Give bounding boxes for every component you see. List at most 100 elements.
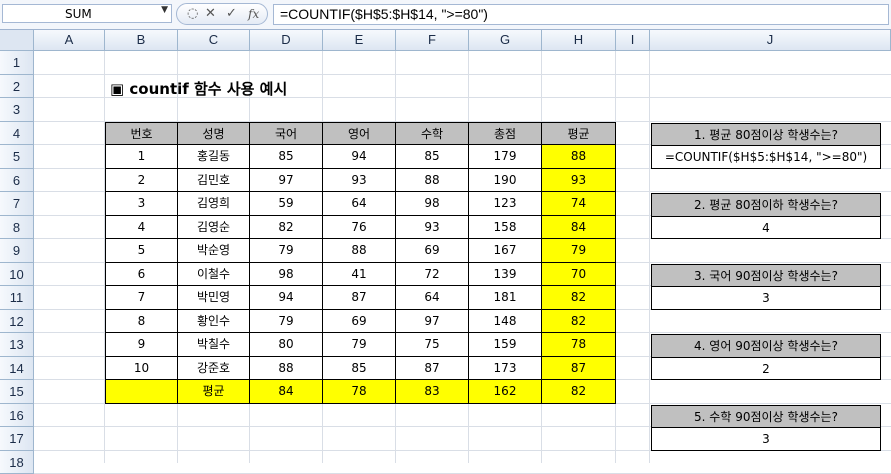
table-cell[interactable]: 88 — [250, 357, 323, 381]
question-answer-5[interactable]: 3 — [651, 427, 881, 451]
table-cell[interactable]: 78 — [542, 333, 616, 357]
table-cell[interactable]: 4 — [105, 216, 178, 240]
table-cell[interactable]: 87 — [396, 357, 469, 381]
table-cell[interactable]: 148 — [469, 310, 542, 334]
table-cell[interactable]: 김영순 — [178, 216, 250, 240]
table-cell[interactable]: 88 — [542, 145, 616, 169]
row-header-17[interactable]: 17 — [0, 427, 34, 451]
table-cell[interactable]: 159 — [469, 333, 542, 357]
column-header-a[interactable]: A — [34, 30, 105, 51]
row-header-14[interactable]: 14 — [0, 357, 34, 381]
table-cell[interactable]: 93 — [396, 216, 469, 240]
table-cell[interactable]: 박순영 — [178, 239, 250, 263]
table-cell[interactable]: 41 — [323, 263, 396, 287]
table-cell[interactable]: 93 — [323, 169, 396, 193]
table-cell[interactable]: 88 — [323, 239, 396, 263]
column-header-d[interactable]: D — [250, 30, 323, 51]
row-header-5[interactable]: 5 — [0, 145, 34, 169]
table-cell[interactable]: 평균 — [178, 380, 250, 404]
table-header-cell[interactable]: 번호 — [105, 122, 178, 146]
row-header-10[interactable]: 10 — [0, 263, 34, 287]
table-cell[interactable]: 181 — [469, 286, 542, 310]
table-cell[interactable]: 72 — [396, 263, 469, 287]
table-cell[interactable]: 83 — [396, 380, 469, 404]
table-cell[interactable]: 179 — [469, 145, 542, 169]
table-cell[interactable]: 64 — [323, 192, 396, 216]
row-header-12[interactable]: 12 — [0, 310, 34, 334]
table-cell[interactable]: 82 — [542, 380, 616, 404]
table-cell[interactable]: 123 — [469, 192, 542, 216]
table-cell[interactable] — [105, 380, 178, 404]
question-answer-1[interactable]: =COUNTIF($H$5:$H$14, ">=80") — [651, 145, 881, 169]
table-cell[interactable]: 162 — [469, 380, 542, 404]
table-cell[interactable]: 82 — [250, 216, 323, 240]
row-header-1[interactable]: 1 — [0, 51, 34, 75]
question-answer-3[interactable]: 3 — [651, 286, 881, 310]
table-cell[interactable]: 94 — [323, 145, 396, 169]
row-header-7[interactable]: 7 — [0, 192, 34, 216]
column-header-h[interactable]: H — [542, 30, 616, 51]
column-header-e[interactable]: E — [323, 30, 396, 51]
table-cell[interactable]: 김영희 — [178, 192, 250, 216]
table-cell[interactable]: 167 — [469, 239, 542, 263]
row-header-18[interactable]: 18 — [0, 451, 34, 474]
question-answer-2[interactable]: 4 — [651, 216, 881, 240]
table-cell[interactable]: 84 — [250, 380, 323, 404]
table-cell[interactable]: 97 — [250, 169, 323, 193]
expand-icon[interactable]: ◌ — [187, 6, 198, 21]
row-header-6[interactable]: 6 — [0, 169, 34, 193]
table-cell[interactable]: 69 — [396, 239, 469, 263]
column-header-g[interactable]: G — [469, 30, 542, 51]
table-cell[interactable]: 강준호 — [178, 357, 250, 381]
table-cell[interactable]: 82 — [542, 310, 616, 334]
table-header-cell[interactable]: 수학 — [396, 122, 469, 146]
table-cell[interactable]: 88 — [396, 169, 469, 193]
table-cell[interactable]: 8 — [105, 310, 178, 334]
insert-function-icon[interactable]: fx — [248, 7, 259, 21]
row-header-9[interactable]: 9 — [0, 239, 34, 263]
formula-input[interactable]: =COUNTIF($H$5:$H$14, ">=80") — [273, 4, 889, 25]
table-header-cell[interactable]: 평균 — [542, 122, 616, 146]
table-cell[interactable]: 74 — [542, 192, 616, 216]
table-cell[interactable]: 64 — [396, 286, 469, 310]
table-header-cell[interactable]: 총점 — [469, 122, 542, 146]
row-header-8[interactable]: 8 — [0, 216, 34, 240]
row-header-4[interactable]: 4 — [0, 122, 34, 146]
table-cell[interactable]: 76 — [323, 216, 396, 240]
table-cell[interactable]: 79 — [250, 310, 323, 334]
table-cell[interactable]: 1 — [105, 145, 178, 169]
table-cell[interactable]: 98 — [250, 263, 323, 287]
row-header-3[interactable]: 3 — [0, 98, 34, 122]
row-header-16[interactable]: 16 — [0, 404, 34, 428]
table-cell[interactable]: 9 — [105, 333, 178, 357]
table-cell[interactable]: 2 — [105, 169, 178, 193]
question-answer-4[interactable]: 2 — [651, 357, 881, 381]
table-cell[interactable]: 190 — [469, 169, 542, 193]
table-cell[interactable]: 5 — [105, 239, 178, 263]
table-cell[interactable]: 80 — [250, 333, 323, 357]
table-cell[interactable]: 158 — [469, 216, 542, 240]
table-cell[interactable]: 박칠수 — [178, 333, 250, 357]
table-cell[interactable]: 10 — [105, 357, 178, 381]
table-cell[interactable]: 김민호 — [178, 169, 250, 193]
table-cell[interactable]: 139 — [469, 263, 542, 287]
row-header-2[interactable]: 2 — [0, 75, 34, 99]
table-cell[interactable]: 홍길동 — [178, 145, 250, 169]
table-cell[interactable]: 173 — [469, 357, 542, 381]
table-cell[interactable]: 98 — [396, 192, 469, 216]
table-cell[interactable]: 3 — [105, 192, 178, 216]
table-cell[interactable]: 87 — [542, 357, 616, 381]
table-cell[interactable]: 94 — [250, 286, 323, 310]
table-cell[interactable]: 박민영 — [178, 286, 250, 310]
table-cell[interactable]: 78 — [323, 380, 396, 404]
row-header-11[interactable]: 11 — [0, 286, 34, 310]
column-header-c[interactable]: C — [178, 30, 250, 51]
column-header-b[interactable]: B — [105, 30, 178, 51]
confirm-icon[interactable]: ✓ — [226, 6, 237, 21]
table-cell[interactable]: 황인수 — [178, 310, 250, 334]
cancel-icon[interactable]: ✕ — [205, 6, 216, 21]
table-cell[interactable]: 69 — [323, 310, 396, 334]
table-cell[interactable]: 이철수 — [178, 263, 250, 287]
table-header-cell[interactable]: 영어 — [323, 122, 396, 146]
table-header-cell[interactable]: 국어 — [250, 122, 323, 146]
